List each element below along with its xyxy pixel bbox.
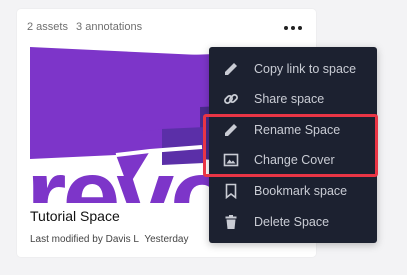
last-modified: Last modified by Davis L Yesterday: [30, 234, 188, 245]
menu-item-bookmark[interactable]: Bookmark space: [209, 176, 377, 206]
more-dot-icon: [298, 26, 302, 30]
modified-when: Yesterday: [144, 234, 189, 245]
pencil-icon: [222, 121, 240, 139]
bookmark-icon: [222, 182, 240, 200]
space-options-menu: Copy link to space Share space Rename Sp…: [209, 47, 377, 243]
pencil-icon: [222, 60, 240, 78]
menu-item-share[interactable]: Share space: [209, 84, 377, 114]
more-dot-icon: [284, 26, 288, 30]
menu-item-change-cover[interactable]: Change Cover: [209, 145, 377, 175]
assets-count: 2 assets: [27, 21, 68, 33]
menu-item-label: Copy link to space: [254, 62, 357, 76]
modified-by: Last modified by Davis L: [30, 234, 139, 245]
menu-item-copy-link[interactable]: Copy link to space: [209, 54, 377, 84]
space-title[interactable]: Tutorial Space: [30, 208, 120, 224]
link-icon: [222, 90, 240, 108]
more-dot-icon: [291, 26, 295, 30]
card-meta: 2 assets 3 annotations: [27, 21, 142, 33]
menu-item-rename[interactable]: Rename Space: [209, 115, 377, 145]
cover-logo-text: revo: [30, 138, 230, 203]
trash-icon: [222, 213, 240, 231]
menu-item-label: Bookmark space: [254, 184, 348, 198]
menu-item-label: Rename Space: [254, 123, 341, 137]
menu-item-label: Delete Space: [254, 215, 330, 229]
menu-item-label: Change Cover: [254, 153, 335, 167]
menu-item-label: Share space: [254, 92, 325, 106]
more-options-button[interactable]: [281, 23, 305, 33]
annotations-count: 3 annotations: [76, 21, 143, 33]
image-icon: [222, 151, 240, 169]
menu-item-delete[interactable]: Delete Space: [209, 207, 377, 237]
